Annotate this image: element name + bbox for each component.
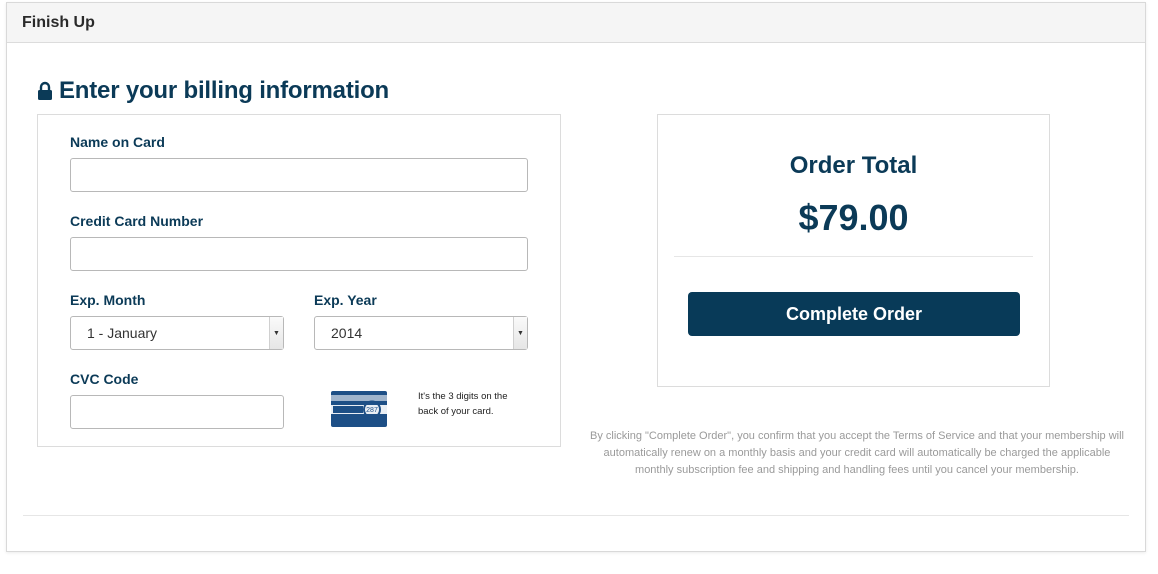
order-divider <box>674 256 1033 257</box>
terms-notice: By clicking "Complete Order", you confir… <box>590 430 1124 476</box>
caret-down-icon: ▼ <box>513 317 527 349</box>
order-total-title: Order Total <box>789 152 918 179</box>
bottom-divider <box>23 515 1129 516</box>
name-on-card-input[interactable] <box>70 158 528 192</box>
card-number-input[interactable] <box>70 237 528 271</box>
name-on-card-label: Name on Card <box>70 134 165 150</box>
panel-title: Finish Up <box>22 13 95 31</box>
finish-up-panel: Finish Up Enter your billing information… <box>6 2 1146 552</box>
exp-year-select[interactable]: 2014 ▼ <box>314 316 528 350</box>
panel-header: Finish Up <box>7 3 1145 43</box>
billing-heading: Enter your billing information <box>37 77 389 105</box>
caret-down-icon: ▼ <box>269 317 283 349</box>
card-number-label: Credit Card Number <box>70 213 204 229</box>
billing-title: Enter your billing information <box>59 77 390 104</box>
lock-icon <box>37 81 53 101</box>
exp-year-value: 2014 <box>331 325 363 341</box>
complete-order-button[interactable]: Complete Order <box>688 292 1020 336</box>
exp-month-select[interactable]: 1 - January ▼ <box>70 316 284 350</box>
order-total-amount: $79.00 <box>798 197 909 238</box>
credit-card-cvc-icon: 287 <box>331 391 387 427</box>
exp-month-label: Exp. Month <box>70 292 146 308</box>
cvc-label: CVC Code <box>70 371 139 387</box>
cvc-input[interactable] <box>70 395 284 429</box>
card-icon-digits: 287 <box>366 407 378 414</box>
exp-year-label: Exp. Year <box>314 292 377 308</box>
cvc-hint: It's the 3 digits on the back of your ca… <box>418 391 508 417</box>
exp-month-value: 1 - January <box>87 325 158 341</box>
order-summary: Order Total $79.00 Complete Order <box>657 114 1050 387</box>
billing-form: Name on Card Credit Card Number Exp. Mon… <box>37 114 561 447</box>
